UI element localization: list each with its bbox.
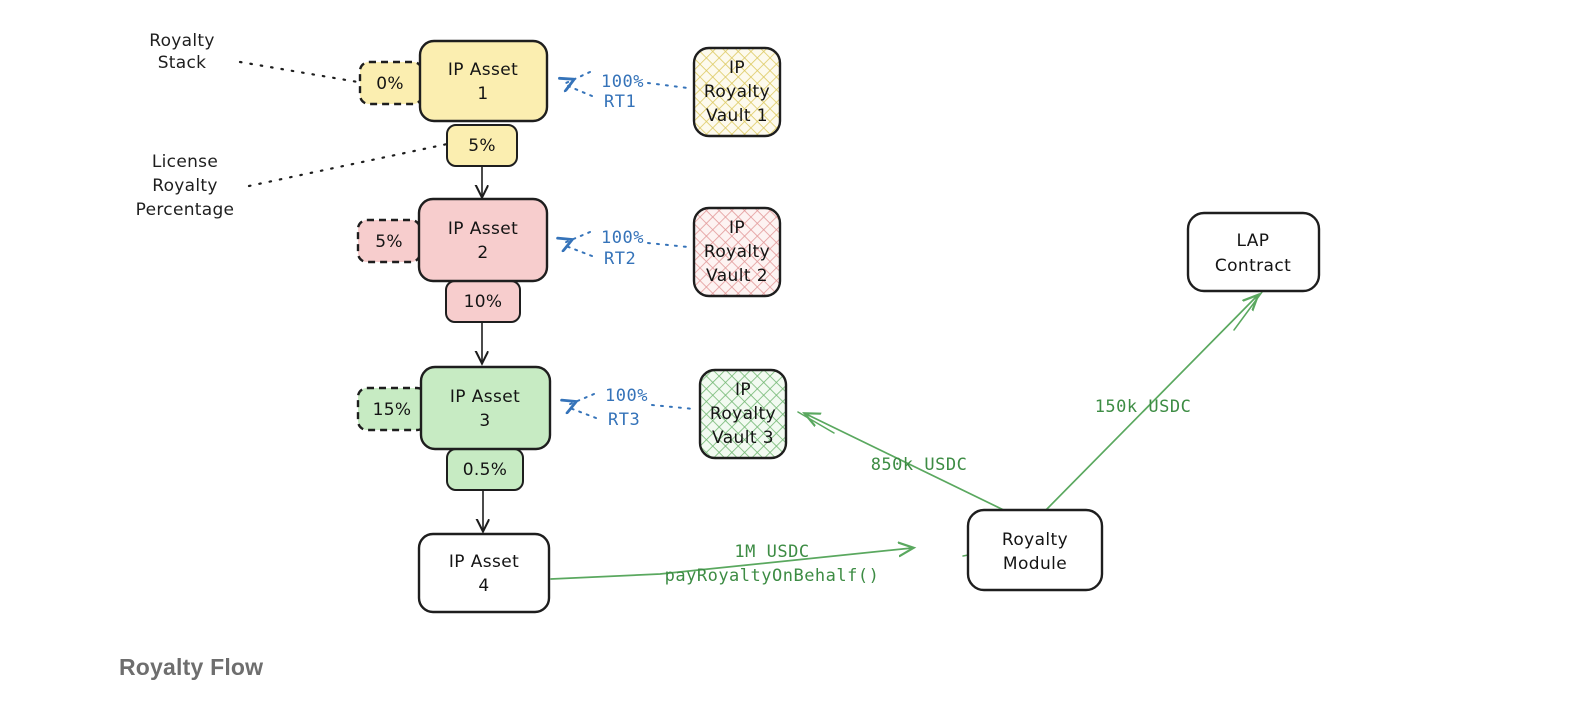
rt-1-name: RT1 <box>604 92 636 112</box>
annotation-license-royalty-percentage: License Royalty Percentage <box>136 152 235 220</box>
flow-850k-label: 850k USDC <box>871 455 968 475</box>
rt-3-name: RT3 <box>608 410 640 430</box>
stack-badge-1: 0% <box>358 60 424 106</box>
royalty-module[interactable]: Royalty Module <box>966 508 1104 592</box>
page-title: Royalty Flow <box>119 654 264 680</box>
ip-royalty-vault-2[interactable]: IP Royalty Vault 2 <box>692 206 782 298</box>
royalty-flow-diagram: 5% 10% 0.5% 0% 5% 15% IP Asset 1 IP Asse… <box>136 31 1321 614</box>
vault-1-line1: IP <box>729 58 745 78</box>
leader-license-royalty <box>247 141 454 188</box>
license-badge-3: 0.5% <box>446 448 524 491</box>
ip-asset-3[interactable]: IP Asset 3 <box>419 365 552 451</box>
ip-asset-2[interactable]: IP Asset 2 <box>417 197 549 283</box>
rt-label-3: 100% RT3 <box>605 386 648 430</box>
license-badge-1: 5% <box>446 124 518 167</box>
ip-asset-1-line1: IP Asset <box>448 60 518 80</box>
ip-asset-1[interactable]: IP Asset 1 <box>418 39 549 123</box>
rt-label-1: 100% RT1 <box>601 72 644 112</box>
vault-2-line2: Royalty <box>704 242 770 262</box>
royalty-stack-line1: Royalty <box>149 31 214 51</box>
ip-asset-4-line1: IP Asset <box>449 552 519 572</box>
ip-asset-4-line2: 4 <box>478 576 489 596</box>
stack-badge-1-label: 0% <box>376 74 404 94</box>
license-badge-2: 10% <box>445 280 521 323</box>
license-royalty-line3: Percentage <box>136 200 235 220</box>
flow-label-pay-royalty: 1M USDC payRoyaltyOnBehalf() <box>665 542 880 586</box>
flow-label-850k: 850k USDC <box>871 455 968 475</box>
stack-badge-2: 5% <box>356 218 422 264</box>
royalty-module-line2: Module <box>1003 554 1067 574</box>
lap-contract[interactable]: LAP Contract <box>1186 211 1321 293</box>
annotation-royalty-stack: Royalty Stack <box>149 31 214 73</box>
vault-1-line3: Vault 1 <box>706 106 768 126</box>
lap-contract-line2: Contract <box>1215 256 1291 276</box>
ip-royalty-vault-1[interactable]: IP Royalty Vault 1 <box>692 46 782 138</box>
license-royalty-line2: Royalty <box>152 176 217 196</box>
rt-2-pct: 100% <box>601 228 644 248</box>
ip-asset-3-line1: IP Asset <box>450 387 520 407</box>
rt-1-pct: 100% <box>601 72 644 92</box>
rt-label-2: 100% RT2 <box>601 228 644 269</box>
vault-3-line2: Royalty <box>710 404 776 424</box>
flow-label-150k: 150k USDC <box>1095 397 1192 417</box>
stack-badge-2-label: 5% <box>375 232 403 252</box>
license-badge-2-label: 10% <box>464 292 503 312</box>
flow-150k-label: 150k USDC <box>1095 397 1192 417</box>
lap-contract-line1: LAP <box>1237 231 1270 251</box>
rt-3-pct: 100% <box>605 386 648 406</box>
stack-badge-3-label: 15% <box>373 400 412 420</box>
ip-royalty-vault-3[interactable]: IP Royalty Vault 3 <box>698 368 788 460</box>
pay-royalty-line1: 1M USDC <box>734 542 809 562</box>
pay-royalty-line2: payRoyaltyOnBehalf() <box>665 566 880 586</box>
vault-3-line3: Vault 3 <box>712 428 774 448</box>
vault-1-line2: Royalty <box>704 82 770 102</box>
license-royalty-line1: License <box>152 152 218 172</box>
vault-3-line1: IP <box>735 380 751 400</box>
vault-2-line3: Vault 2 <box>706 266 768 286</box>
leader-royalty-stack <box>238 60 360 84</box>
ip-asset-2-line1: IP Asset <box>448 219 518 239</box>
license-badge-1-label: 5% <box>468 136 496 156</box>
ip-asset-1-line2: 1 <box>477 84 488 104</box>
ip-asset-3-line2: 3 <box>479 411 490 431</box>
royalty-module-line1: Royalty <box>1002 530 1068 550</box>
license-badge-3-label: 0.5% <box>463 460 507 480</box>
royalty-stack-line2: Stack <box>158 53 207 73</box>
rt-2-name: RT2 <box>604 249 636 269</box>
diagram-canvas: 5% 10% 0.5% 0% 5% 15% IP Asset 1 IP Asse… <box>0 0 1578 712</box>
ip-asset-4[interactable]: IP Asset 4 <box>417 532 551 614</box>
stack-badge-3: 15% <box>356 386 428 432</box>
vault-2-line1: IP <box>729 218 745 238</box>
ip-asset-2-line2: 2 <box>477 243 488 263</box>
